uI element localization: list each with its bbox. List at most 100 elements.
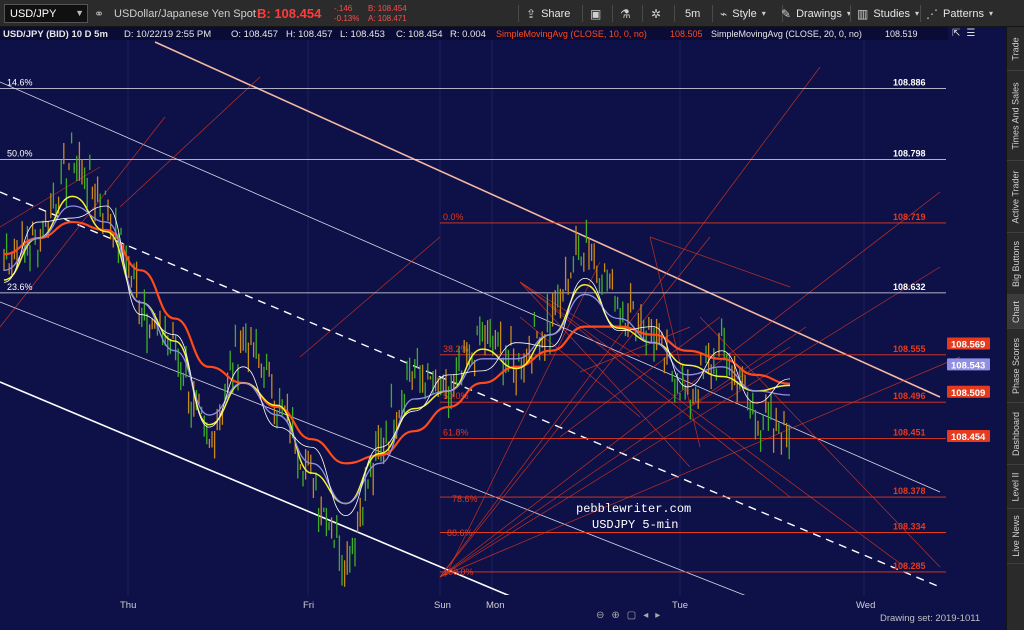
tab-phase-scores[interactable]: Phase Scores xyxy=(1007,329,1024,403)
fib-level-percent: 23.6% xyxy=(7,282,33,292)
fib-level-percent: 50.0% xyxy=(7,148,33,158)
chevron-down-icon[interactable]: ▼ xyxy=(75,5,84,22)
fib-level-percent: 14.6% xyxy=(7,78,33,88)
gear-icon: ✲ xyxy=(651,6,662,21)
timeframe-button[interactable]: 5m xyxy=(685,0,700,27)
divider xyxy=(920,5,921,22)
scroll-right-icon[interactable]: ▸ xyxy=(655,610,660,621)
price-tag-value: 108.509 xyxy=(951,388,985,399)
tab-live-news[interactable]: Live News xyxy=(1007,509,1024,564)
sma10-label[interactable]: SimpleMovingAvg (CLOSE, 10, 0, no) xyxy=(496,29,647,39)
change-percent: -0.13% xyxy=(334,13,360,23)
tab-chart[interactable]: Chart xyxy=(1007,295,1024,329)
time-axis-label: Sun xyxy=(434,600,451,611)
share-label: Share xyxy=(541,7,571,20)
bid-ask-block: B: 108.454 A: 108.471 xyxy=(368,0,407,27)
time-axis-label: Fri xyxy=(303,600,314,611)
drawings-button[interactable]: ✎ Drawings ▾ xyxy=(781,0,851,27)
tab-label: Phase Scores xyxy=(1011,337,1021,394)
flask-icon: ⚗ xyxy=(620,6,631,21)
zoom-out-icon[interactable]: ⊖ xyxy=(596,610,604,621)
patterns-label: Patterns xyxy=(943,7,984,20)
fib-level-price: 108.719 xyxy=(893,212,926,222)
tab-label: Level II xyxy=(1011,471,1021,502)
bid-small: B: 108.454 xyxy=(368,3,407,13)
ask-small: A: 108.471 xyxy=(368,13,407,23)
fib-level-price: 108.378 xyxy=(893,486,926,496)
style-label: Style xyxy=(732,7,757,20)
link-icon[interactable]: ⚭ xyxy=(94,0,104,27)
settings-button[interactable]: ✲ xyxy=(651,0,661,27)
fib-level-price: 108.886 xyxy=(893,78,926,88)
patterns-icon: ⋰ xyxy=(926,6,938,21)
header-open: O: 108.457 xyxy=(231,29,278,40)
fib-level-percent: 61.8% xyxy=(443,427,469,437)
chart-nav-controls: ⊖ ⊕ ▢ ◂ ▸ xyxy=(596,610,660,621)
fib-extension-label: 100.0% xyxy=(443,567,474,577)
bid-price: B: 108.454 xyxy=(257,6,322,21)
pencil-icon: ✎ xyxy=(781,6,792,21)
price-tag-value: 108.543 xyxy=(951,360,985,371)
studies-lab-button[interactable]: ⚗ xyxy=(620,0,631,27)
fib-level-price: 108.798 xyxy=(893,148,926,158)
patterns-button[interactable]: ⋰ Patterns ▾ xyxy=(926,0,993,27)
drawing-set-label[interactable]: Drawing set: 2019-1011 xyxy=(880,613,980,624)
change-block: -.146 -0.13% xyxy=(334,0,359,27)
chevron-down-icon: ▾ xyxy=(988,9,993,18)
divider xyxy=(518,5,519,22)
price-tag-value: 108.454 xyxy=(951,432,986,443)
header-high: H: 108.457 xyxy=(286,29,332,40)
sma10-value: 108.505 xyxy=(670,29,703,39)
watermark-line-1: pebblewriter.com xyxy=(576,502,691,516)
fib-level-price: 108.334 xyxy=(893,521,926,531)
divider xyxy=(674,5,675,22)
tab-label: Active Trader xyxy=(1011,169,1021,224)
fib-level-price: 108.632 xyxy=(893,282,926,292)
time-axis-label: Wed xyxy=(856,600,875,611)
scroll-left-icon[interactable]: ◂ xyxy=(643,610,648,621)
studies-button[interactable]: ▥ Studies ▾ xyxy=(857,0,919,27)
chevron-down-icon: ▾ xyxy=(915,9,920,18)
chart-toolbar: USD/JPY ▼ ⚭ USDollar/Japanese Yen Spot B… xyxy=(0,0,1024,27)
notes-button[interactable]: ▣ xyxy=(590,0,601,27)
fib-level-price: 108.555 xyxy=(893,344,926,354)
divider xyxy=(642,5,643,22)
time-axis-label: Mon xyxy=(486,600,504,611)
chart-corner-controls: ⇱ ☰ xyxy=(952,28,975,39)
side-panel-tabs: Trade Times And Sales Active Trader Big But… xyxy=(1006,27,1024,630)
chevron-down-icon: ▾ xyxy=(761,9,766,18)
menu-icon[interactable]: ☰ xyxy=(966,28,975,39)
style-button[interactable]: ⌁ Style ▾ xyxy=(720,0,766,27)
drawings-label: Drawings xyxy=(796,7,842,20)
tab-active-trader[interactable]: Active Trader xyxy=(1007,161,1024,233)
divider xyxy=(612,5,613,22)
sma20-label[interactable]: SimpleMovingAvg (CLOSE, 20, 0, no) xyxy=(711,29,862,39)
fib-level-price: 108.285 xyxy=(893,561,926,571)
tab-times-and-sales[interactable]: Times And Sales xyxy=(1007,71,1024,161)
tab-label: Times And Sales xyxy=(1011,81,1022,150)
divider xyxy=(582,5,583,22)
price-chart[interactable]: 14.6% 108.886 50.0% 108.798 0.0% 108.719 23.6%… xyxy=(0,27,1006,630)
fib-level-price: 108.451 xyxy=(893,427,926,437)
header-low: L: 108.453 xyxy=(340,29,385,40)
tab-big-buttons[interactable]: Big Buttons xyxy=(1007,233,1024,295)
divider xyxy=(712,5,713,22)
price-tag-value: 108.569 xyxy=(951,340,985,351)
change-value: -.146 xyxy=(334,3,353,13)
header-close: C: 108.454 xyxy=(396,29,442,40)
fib-level-price: 108.496 xyxy=(893,391,926,401)
fib-extension-label: 88.6% xyxy=(447,528,473,538)
share-button[interactable]: ⇪ Share xyxy=(526,0,570,27)
tab-trade[interactable]: Trade xyxy=(1007,27,1024,71)
tab-dashboard[interactable]: Dashboard xyxy=(1007,403,1024,465)
thinkorswim-window: USD/JPY ▼ ⚭ USDollar/Japanese Yen Spot B… xyxy=(0,0,1024,630)
zoom-in-icon[interactable]: ⊕ xyxy=(611,610,619,621)
chart-area[interactable]: 14.6% 108.886 50.0% 108.798 0.0% 108.719 23.6%… xyxy=(0,27,1006,630)
tab-level-ii[interactable]: Level II xyxy=(1007,465,1024,509)
symbol-input[interactable]: USD/JPY ▼ xyxy=(4,4,88,23)
fit-icon[interactable]: ▢ xyxy=(627,610,636,621)
chart-title: USD/JPY (BID) 10 D 5m xyxy=(3,29,108,40)
collapse-icon[interactable]: ⇱ xyxy=(952,28,960,39)
header-range: R: 0.004 xyxy=(450,29,486,40)
header-date: D: 10/22/19 2:55 PM xyxy=(124,29,211,40)
